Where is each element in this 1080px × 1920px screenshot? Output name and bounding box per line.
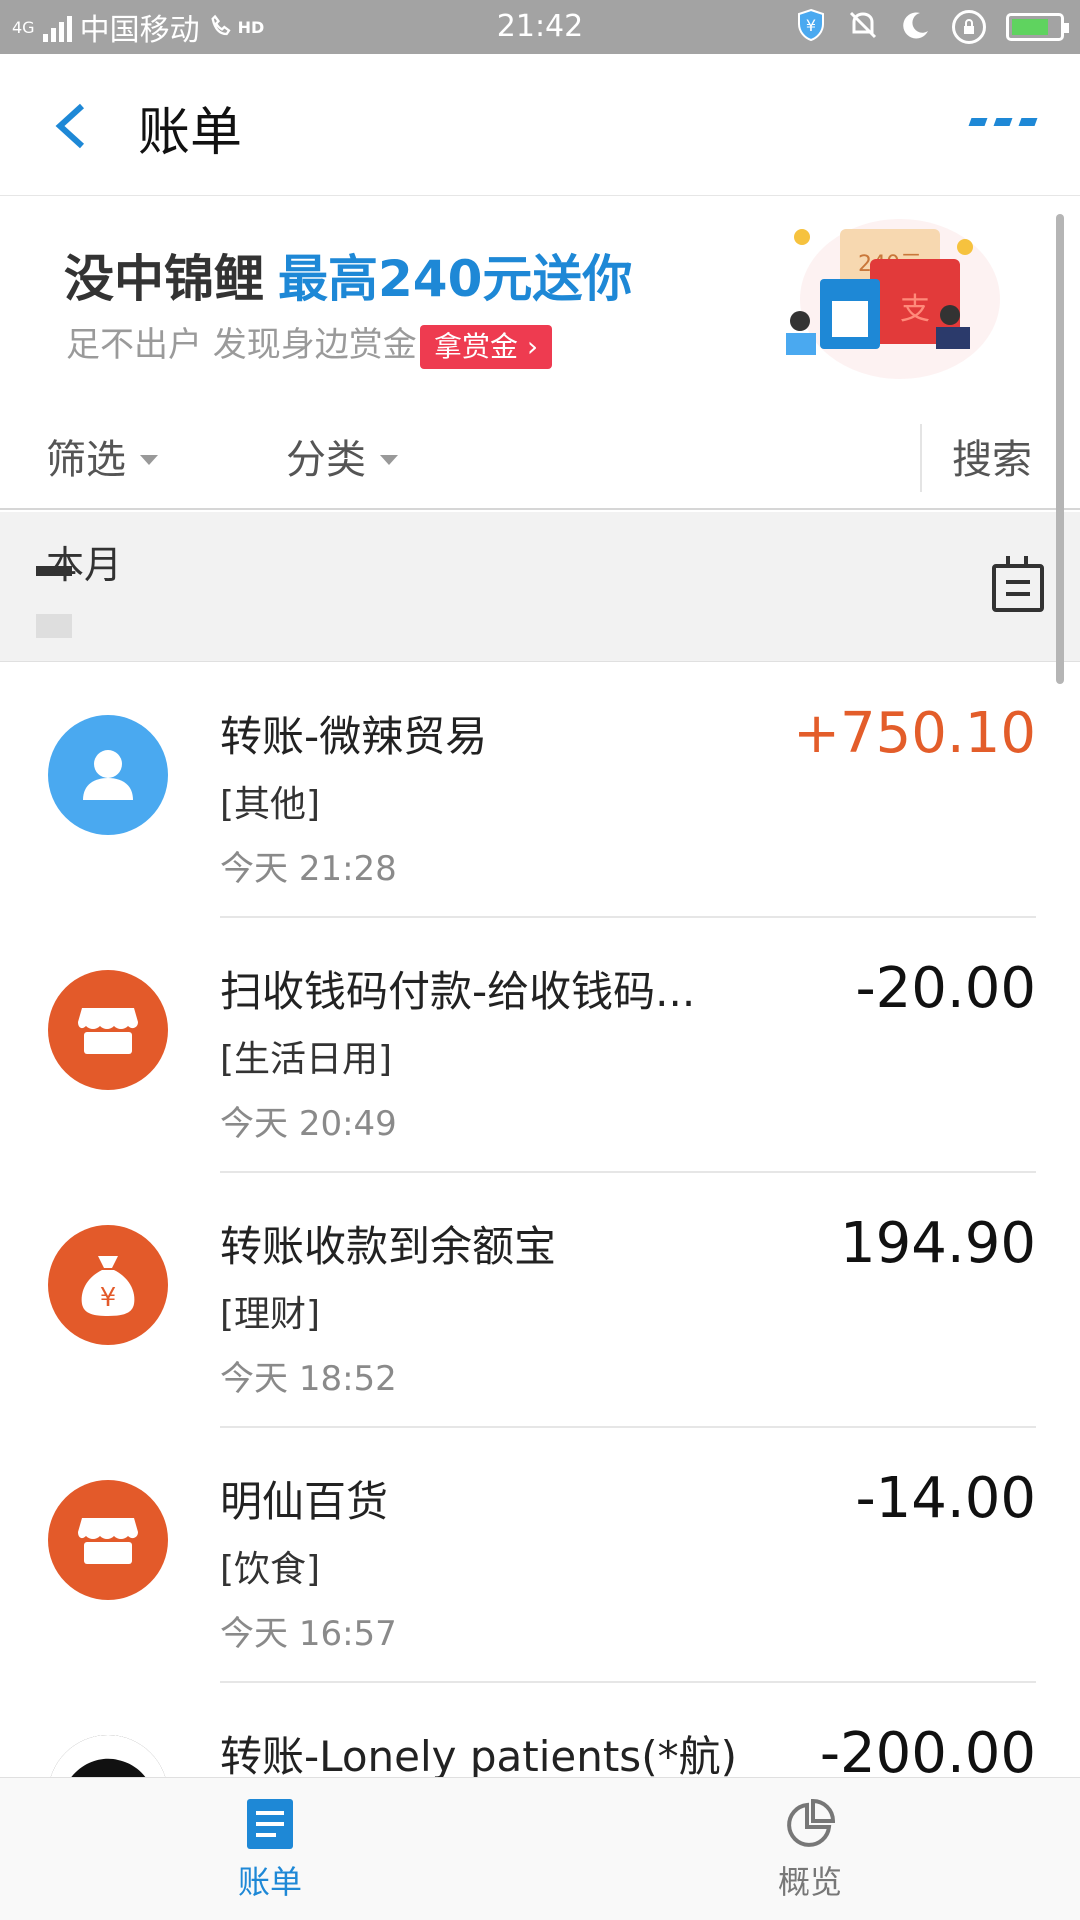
filter-dropdown[interactable]: 筛选 [46,410,158,510]
transaction-category: [饮食] [220,1549,321,1590]
transaction-name: 转账收款到余额宝 [220,1222,557,1271]
tab-bills[interactable]: 账单 [120,1778,420,1920]
store-icon [48,1480,168,1600]
transaction-day: 今天 [220,1104,288,1144]
transaction-category: [其他] [220,784,321,825]
transaction-name: 转账-微辣贸易 [220,712,488,761]
svg-text:¥: ¥ [806,16,816,35]
bottom-tab-bar: 账单 概览 [0,1777,1080,1920]
transaction-list: 转账-微辣贸易 +750.10 [其他] 今天 21:28 扫收钱码付款-给收钱… [0,663,1080,1777]
banner-title-text: 没中锦鲤 [64,250,264,308]
more-dots-icon [968,118,988,126]
transaction-name: 明仙百货 [220,1477,389,1526]
search-button[interactable]: 搜索 [952,410,1032,510]
transaction-clock: 21:28 [298,849,397,889]
status-bar: 4G 中国移动 HD 21:42 ¥ [0,0,1080,54]
transaction-row[interactable]: 转账-微辣贸易 +750.10 [其他] 今天 21:28 [0,663,1080,918]
transaction-name: 扫收钱码付款-给收钱码... [220,967,696,1016]
transaction-amount: -14.00 [855,1466,1036,1531]
pie-chart-icon [787,1798,836,1847]
transaction-amount: -20.00 [855,956,1036,1021]
person-icon [48,715,168,835]
vibrate-off-icon [846,8,880,46]
bill-list-icon [247,1798,293,1849]
transaction-day: 今天 [220,1359,288,1399]
transaction-row[interactable]: 明仙百货 -14.00 [饮食] 今天 16:57 [0,1428,1080,1683]
transaction-day: 今天 [220,849,288,889]
transaction-amount: 194.90 [840,1211,1036,1276]
transaction-time: 今天 18:52 [220,1351,397,1400]
scrollbar[interactable] [1056,214,1064,684]
chevron-right-icon: › [526,330,539,363]
transaction-time: 今天 21:28 [220,841,397,890]
banner-title: 没中锦鲤 最高240元送你 [64,239,632,311]
transaction-amount: +750.10 [793,701,1036,766]
back-button[interactable] [48,98,96,154]
transaction-time: 今天 16:57 [220,1606,397,1655]
transaction-day: 今天 [220,1614,288,1654]
filter-bar: 筛选 分类 搜索 [0,410,1080,510]
category-label: 分类 [286,437,366,483]
page-title: 账单 [138,103,243,163]
shield-yen-icon: ¥ [796,8,826,46]
filter-divider [920,424,922,492]
store-icon [48,970,168,1090]
tab-bills-label: 账单 [237,1862,302,1901]
transaction-time: 今天 20:49 [220,1096,397,1145]
transaction-category: [生活日用] [220,1039,393,1080]
transaction-row[interactable]: 转账-Lonely patients(*航) -200.00 [0,1683,1080,1777]
user-photo-avatar [48,1735,168,1777]
transaction-clock: 16:57 [298,1614,397,1654]
transaction-clock: 20:49 [298,1104,397,1144]
filter-label: 筛选 [46,437,126,483]
claim-reward-label: 拿赏金 [434,330,519,363]
money-bag-icon: ¥ [48,1225,168,1345]
chevron-left-icon [55,103,85,149]
category-dropdown[interactable]: 分类 [286,410,398,510]
transaction-name: 转账-Lonely patients(*航) [220,1732,737,1777]
caret-down-icon [380,455,398,465]
month-section-header: 本月 [0,512,1080,662]
transaction-row[interactable]: ¥ 转账收款到余额宝 194.90 [理财] 今天 18:52 [0,1173,1080,1428]
calendar-icon[interactable] [992,556,1044,612]
reward-illustration: 240元 支 [786,219,1000,379]
promo-banner[interactable]: 没中锦鲤最高240元送你 足不出户 发现身边赏金 拿赏金 › 240元 支 [0,197,1080,397]
month-summary-placeholder [36,614,72,638]
tab-overview[interactable]: 概览 [660,1778,960,1920]
transaction-amount: -200.00 [819,1721,1036,1777]
status-right: ¥ [796,0,1069,54]
transaction-clock: 18:52 [298,1359,397,1399]
battery-icon [1006,13,1069,41]
moon-icon [900,9,932,45]
banner-title-highlight: 最高240元送你 [278,250,633,308]
tab-overview-label: 概览 [777,1862,842,1901]
art-char: 支 [900,292,930,327]
nav-header: 账单 [0,54,1080,196]
caret-down-icon [140,455,158,465]
rotation-lock-icon [952,10,986,44]
banner-subtitle: 足不出户 发现身边赏金 [66,325,417,365]
transaction-row[interactable]: 扫收钱码付款-给收钱码... -20.00 [生活日用] 今天 20:49 [0,918,1080,1173]
search-label: 搜索 [952,437,1032,483]
more-options-button[interactable] [968,118,1038,126]
month-label: 本月 [46,543,123,587]
svg-text:¥: ¥ [100,1283,117,1313]
claim-reward-button[interactable]: 拿赏金 › [420,325,553,369]
transaction-category: [理财] [220,1294,321,1335]
